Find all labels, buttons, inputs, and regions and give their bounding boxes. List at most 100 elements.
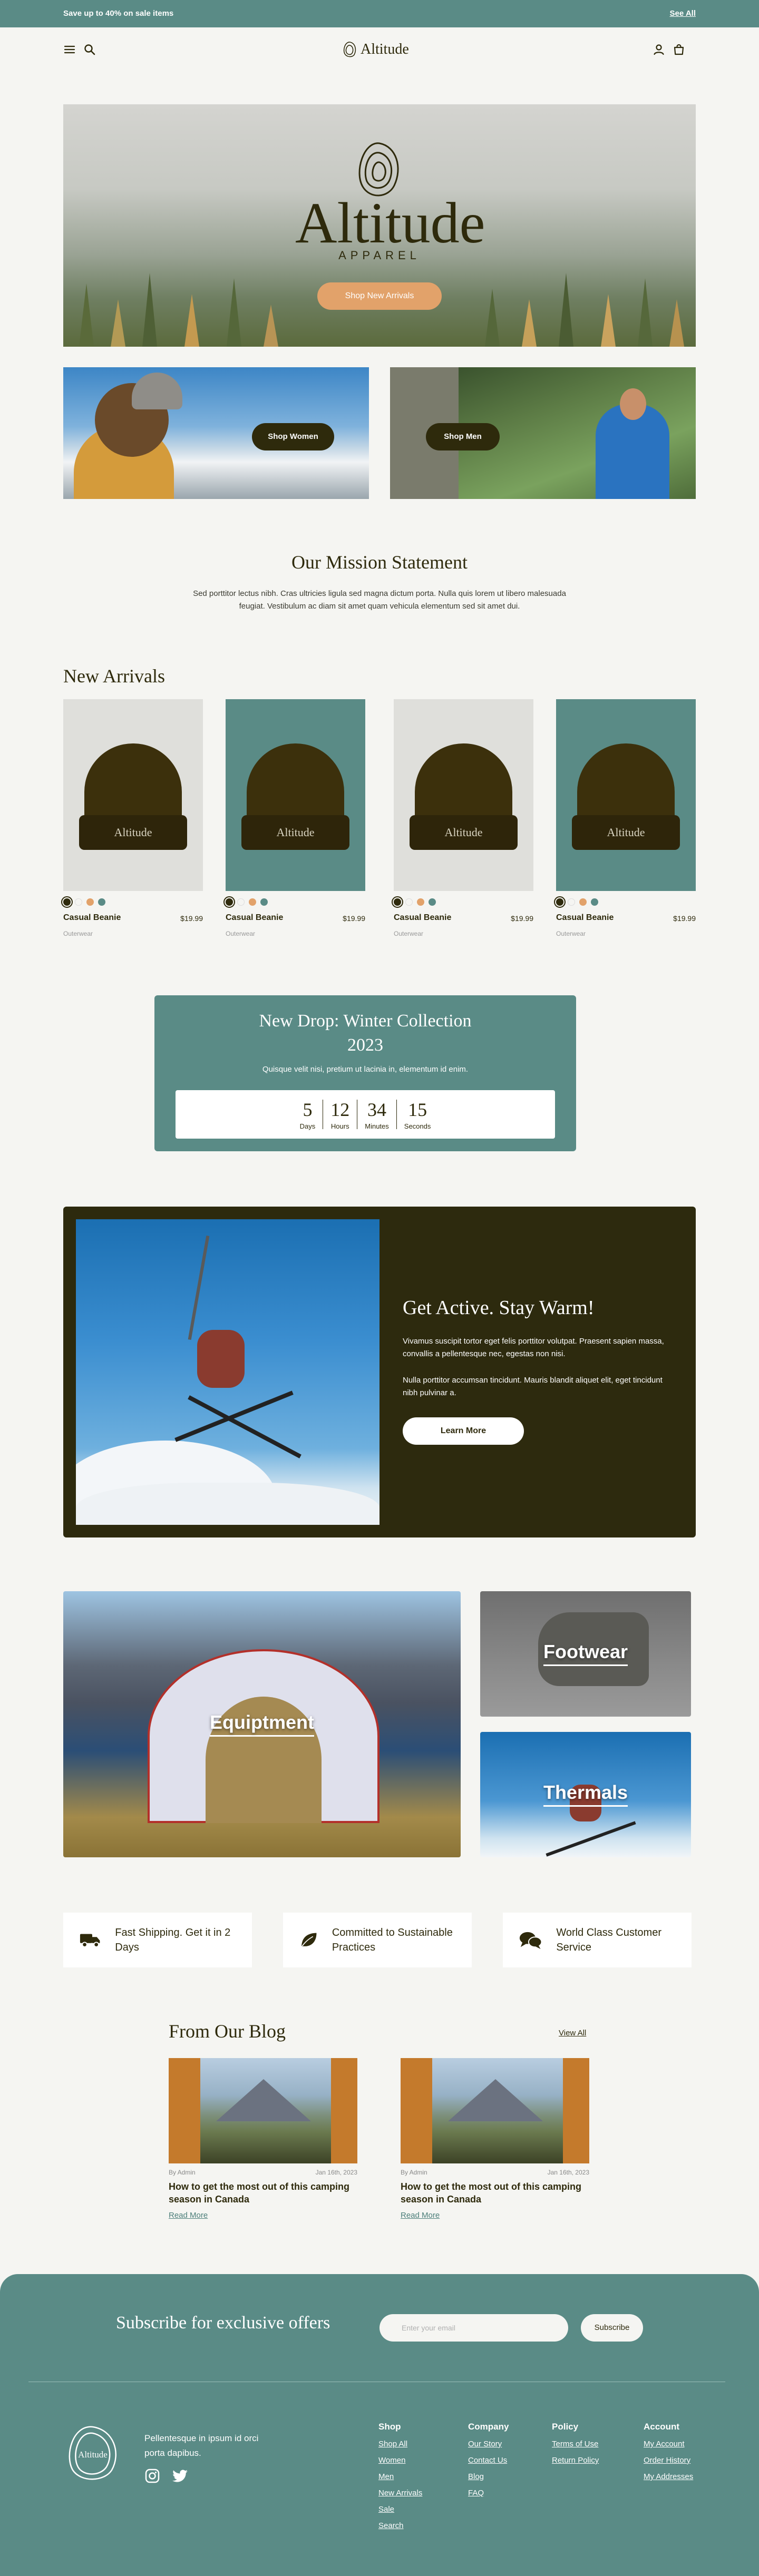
- swatch-dark[interactable]: [392, 896, 403, 908]
- swatch-orange[interactable]: [417, 898, 424, 906]
- swatch-cream[interactable]: [568, 898, 575, 906]
- footer-link[interactable]: Search: [378, 2521, 422, 2530]
- truck-icon: [80, 1934, 100, 1947]
- product-name[interactable]: Casual Beanie: [394, 913, 451, 923]
- blog-post[interactable]: By Admin Jan 16th, 2023 How to get the m…: [401, 2058, 589, 2220]
- learn-more-button[interactable]: Learn More: [403, 1417, 524, 1445]
- footer-column-company: Company Our Story Contact Us Blog FAQ: [468, 2422, 509, 2505]
- account-icon[interactable]: [653, 43, 665, 56]
- social-links: [144, 2468, 189, 2484]
- see-all-link[interactable]: See All: [670, 9, 696, 18]
- blog-post-image[interactable]: [169, 2058, 357, 2163]
- footer-link[interactable]: Order History: [644, 2456, 693, 2465]
- product-price: $19.99: [343, 914, 365, 923]
- category-thermals[interactable]: Thermals: [480, 1732, 691, 1857]
- swatch-orange[interactable]: [579, 898, 587, 906]
- product-price: $19.99: [180, 914, 203, 923]
- feature-text: Committed to Sustainable Practices: [332, 1927, 453, 1953]
- swatch-dark[interactable]: [554, 896, 566, 908]
- product-name[interactable]: Casual Beanie: [63, 913, 121, 923]
- category-footwear[interactable]: Footwear: [480, 1591, 691, 1717]
- product-image[interactable]: Altitude: [394, 699, 533, 891]
- promo-women[interactable]: Shop Women: [63, 367, 369, 499]
- swatch-cream[interactable]: [75, 898, 82, 906]
- swatch-teal[interactable]: [260, 898, 268, 906]
- subscribe-button[interactable]: Subscribe: [581, 2314, 643, 2342]
- countdown-days: 5 Days: [293, 1099, 323, 1130]
- shop-women-button[interactable]: Shop Women: [252, 423, 334, 450]
- swatch-dark[interactable]: [61, 896, 73, 908]
- swatch-dark[interactable]: [223, 896, 235, 908]
- blog-view-all-link[interactable]: View All: [559, 2029, 586, 2038]
- product-image[interactable]: Altitude: [226, 699, 365, 891]
- beanie-logo-text: Altitude: [607, 826, 645, 839]
- footer-link[interactable]: My Account: [644, 2440, 693, 2448]
- product-category: Outerwear: [226, 930, 256, 937]
- color-swatches: [61, 896, 203, 908]
- active-title: Get Active. Stay Warm!: [403, 1297, 595, 1319]
- blog-post-title[interactable]: How to get the most out of this camping …: [401, 2180, 589, 2206]
- product-price: $19.99: [511, 914, 533, 923]
- twitter-icon[interactable]: [172, 2468, 189, 2484]
- promo-men[interactable]: Shop Men: [390, 367, 696, 499]
- instagram-icon[interactable]: [144, 2468, 160, 2484]
- swatch-teal[interactable]: [98, 898, 105, 906]
- shop-new-arrivals-button[interactable]: Shop New Arrivals: [317, 282, 442, 310]
- menu-icon[interactable]: [63, 43, 76, 56]
- footer-link[interactable]: Blog: [468, 2472, 509, 2481]
- promo-women-beanie: [132, 373, 182, 409]
- swatch-cream[interactable]: [237, 898, 245, 906]
- footer-link[interactable]: Women: [378, 2456, 422, 2465]
- blog-post-image[interactable]: [401, 2058, 589, 2163]
- footer-link[interactable]: Sale: [378, 2505, 422, 2514]
- shop-men-button[interactable]: Shop Men: [426, 423, 500, 450]
- swatch-teal[interactable]: [429, 898, 436, 906]
- footer-link[interactable]: My Addresses: [644, 2472, 693, 2481]
- product-image[interactable]: Altitude: [63, 699, 203, 891]
- footer-link[interactable]: Our Story: [468, 2440, 509, 2448]
- swatch-teal[interactable]: [591, 898, 598, 906]
- header-logo[interactable]: Altitude: [343, 39, 416, 60]
- product-name[interactable]: Casual Beanie: [226, 913, 283, 923]
- product-price: $19.99: [673, 914, 696, 923]
- read-more-link[interactable]: Read More: [169, 2211, 357, 2220]
- tent-frame-left: [401, 2058, 432, 2163]
- product-name[interactable]: Casual Beanie: [556, 913, 614, 923]
- countdown-value: 34: [367, 1099, 387, 1120]
- product-card[interactable]: Altitude Casual Beanie $19.99 Outerwear: [61, 699, 203, 937]
- footer-link[interactable]: Contact Us: [468, 2456, 509, 2465]
- category-equipment[interactable]: Equiptment: [63, 1591, 461, 1857]
- footer-logo-icon[interactable]: Altitude: [63, 2424, 122, 2483]
- blog-post-author: By Admin: [169, 2169, 196, 2176]
- promo-men-head: [620, 388, 646, 420]
- hero-banner: Altitude APPAREL Shop New Arrivals: [63, 104, 696, 347]
- color-swatches: [554, 896, 696, 908]
- equipment-label: Equiptment: [210, 1711, 314, 1737]
- footer-link[interactable]: New Arrivals: [378, 2489, 422, 2497]
- product-image[interactable]: Altitude: [556, 699, 696, 891]
- tent-frame-right: [563, 2058, 589, 2163]
- footer-link[interactable]: Men: [378, 2472, 422, 2481]
- read-more-link[interactable]: Read More: [401, 2211, 589, 2220]
- footer-link[interactable]: Return Policy: [552, 2456, 599, 2465]
- search-icon[interactable]: [83, 43, 96, 56]
- winter-drop-banner: New Drop: Winter Collection 2023 Quisque…: [154, 995, 576, 1151]
- site-header: Altitude: [0, 27, 759, 72]
- countdown-minutes: 34 Minutes: [357, 1099, 396, 1130]
- swatch-cream[interactable]: [405, 898, 413, 906]
- category-label: Thermals: [480, 1781, 691, 1807]
- beanie-logo-text: Altitude: [114, 826, 152, 839]
- cart-bag-icon[interactable]: [673, 43, 685, 56]
- email-input[interactable]: [380, 2314, 568, 2342]
- blog-post[interactable]: By Admin Jan 16th, 2023 How to get the m…: [169, 2058, 357, 2220]
- footer-link[interactable]: Terms of Use: [552, 2440, 599, 2448]
- swatch-orange[interactable]: [249, 898, 256, 906]
- tent-frame-right: [331, 2058, 357, 2163]
- footer-link[interactable]: Shop All: [378, 2440, 422, 2448]
- product-card[interactable]: Altitude Casual Beanie $19.99 Outerwear: [392, 699, 533, 937]
- product-card[interactable]: Altitude Casual Beanie $19.99 Outerwear: [554, 699, 696, 937]
- footer-link[interactable]: FAQ: [468, 2489, 509, 2497]
- product-card[interactable]: Altitude Casual Beanie $19.99 Outerwear: [223, 699, 365, 937]
- blog-post-title[interactable]: How to get the most out of this camping …: [169, 2180, 357, 2206]
- swatch-orange[interactable]: [86, 898, 94, 906]
